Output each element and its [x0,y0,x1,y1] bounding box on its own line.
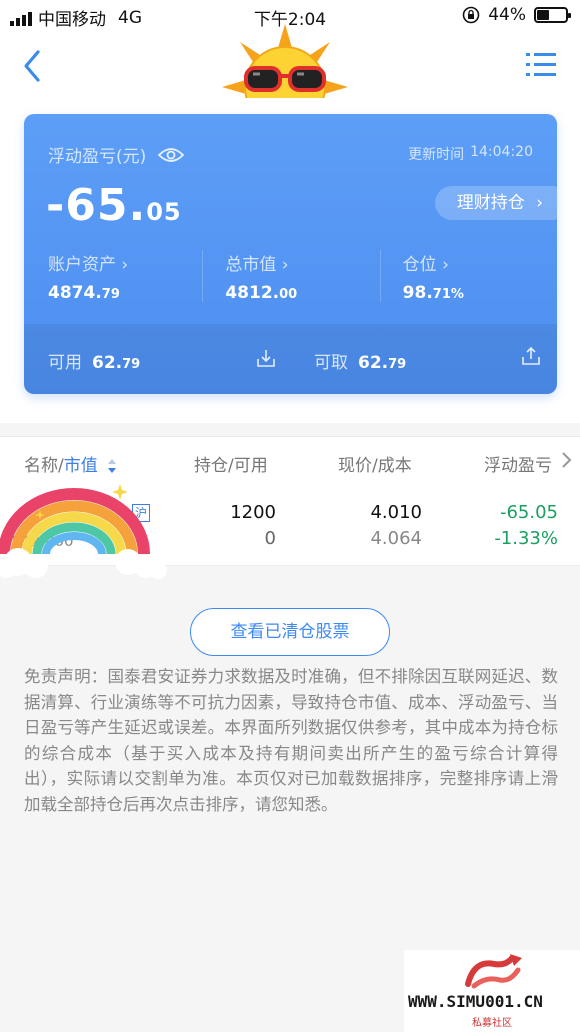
watermark-text: WWW.SIMU001.CN [408,992,543,1011]
stat-dec: 71% [432,287,464,302]
back-icon[interactable] [18,48,50,84]
disclaimer-text: 免责声明：国泰君安证券力求数据及时准确，但不排除因互联网延迟、数据清算、行业演练… [24,667,558,814]
header-price[interactable]: 现价/成本 [338,451,412,476]
stat-int: 4874. [48,283,102,303]
stat-market-value[interactable]: 总市值 › 4812.00 [202,250,379,303]
battery-icon [534,7,571,23]
header-market-value: 市值 [63,456,98,476]
rotation-lock-icon [462,6,480,24]
battery-fill [537,10,549,20]
row-cost: 4.064 [370,528,422,549]
stat-int: 98. [402,283,433,303]
pnl-label: 浮动盈亏(元) [48,147,147,167]
status-right: 44% [462,5,571,25]
sort-by-market-value[interactable]: 名称/市值 [24,451,117,476]
row-available: 0 [264,528,276,549]
battery-percent: 44% [488,5,526,25]
row-holding: 1200 [230,502,276,523]
eye-icon[interactable] [158,146,185,164]
wealth-holdings-label: 理财持仓 [456,193,525,213]
chevron-right-icon: › [536,193,543,213]
list-menu-icon[interactable] [526,52,556,78]
update-label: 更新时间 [408,147,465,163]
wealth-holdings-button[interactable]: 理财持仓 › [434,186,557,220]
available-label: 可用 [48,353,82,373]
withdrawable-int: 62. [358,353,389,373]
watermark-sub: 私募社区 [472,1018,512,1029]
stat-label: 总市值 [225,255,277,275]
row-price: 4.010 [370,502,422,523]
row-pnl-pct: -1.33% [494,528,558,549]
available-dec: 79 [122,357,141,372]
view-cleared-stocks-button[interactable]: 查看已清仓股票 [190,608,390,656]
watermark-logo: WWW.SIMU001.CN 私募社区 [404,950,580,1032]
summary-card: 浮动盈亏(元) 更新时间 14:04:20 -65.05 理财持仓 › 账户资产… [24,114,557,394]
chevron-right-icon: › [121,255,129,275]
nav-bar [0,24,580,150]
stat-dec: 00 [279,287,298,302]
stat-position[interactable]: 仓位 › 98.71% [379,250,557,303]
pnl-dec: 05 [146,198,182,226]
row-pnl: -65.05 [499,502,558,523]
transfer-in-icon[interactable] [256,348,276,368]
floating-pnl-value: -65.05 [46,180,182,231]
available-funds: 可用 62.79 [48,348,140,373]
scroll-right-icon[interactable] [560,451,572,469]
withdrawable-dec: 79 [388,357,407,372]
available-int: 62. [92,353,123,373]
header-holding[interactable]: 持仓/可用 [194,451,268,476]
update-value: 14:04:20 [470,144,533,160]
header-pnl[interactable]: 浮动盈亏 [484,451,552,476]
chevron-right-icon: › [281,255,289,275]
stat-dec: 79 [101,287,120,302]
stat-label: 仓位 [402,255,437,275]
chevron-right-icon: › [442,255,449,275]
stat-int: 4812. [225,283,280,303]
withdrawable-label: 可取 [314,353,348,373]
rainbow-sticker-icon [0,484,167,579]
pnl-int: -65. [46,180,147,231]
update-time: 更新时间 14:04:20 [408,144,533,164]
card-footer: 可用 62.79 可取 62.79 [24,324,557,394]
sort-icon [108,459,117,473]
header-name: 名称/ [24,456,64,476]
withdrawable-funds: 可取 62.79 [314,348,406,373]
stats-row: 账户资产 › 4874.79 总市值 › 4812.00 仓位 › 98.71% [24,250,557,303]
pnl-label-row: 浮动盈亏(元) [48,142,185,167]
stat-label: 账户资产 [48,255,116,275]
logo-mark-icon [465,954,522,989]
transfer-out-icon[interactable] [521,346,541,366]
stat-account-assets[interactable]: 账户资产 › 4874.79 [24,250,202,303]
